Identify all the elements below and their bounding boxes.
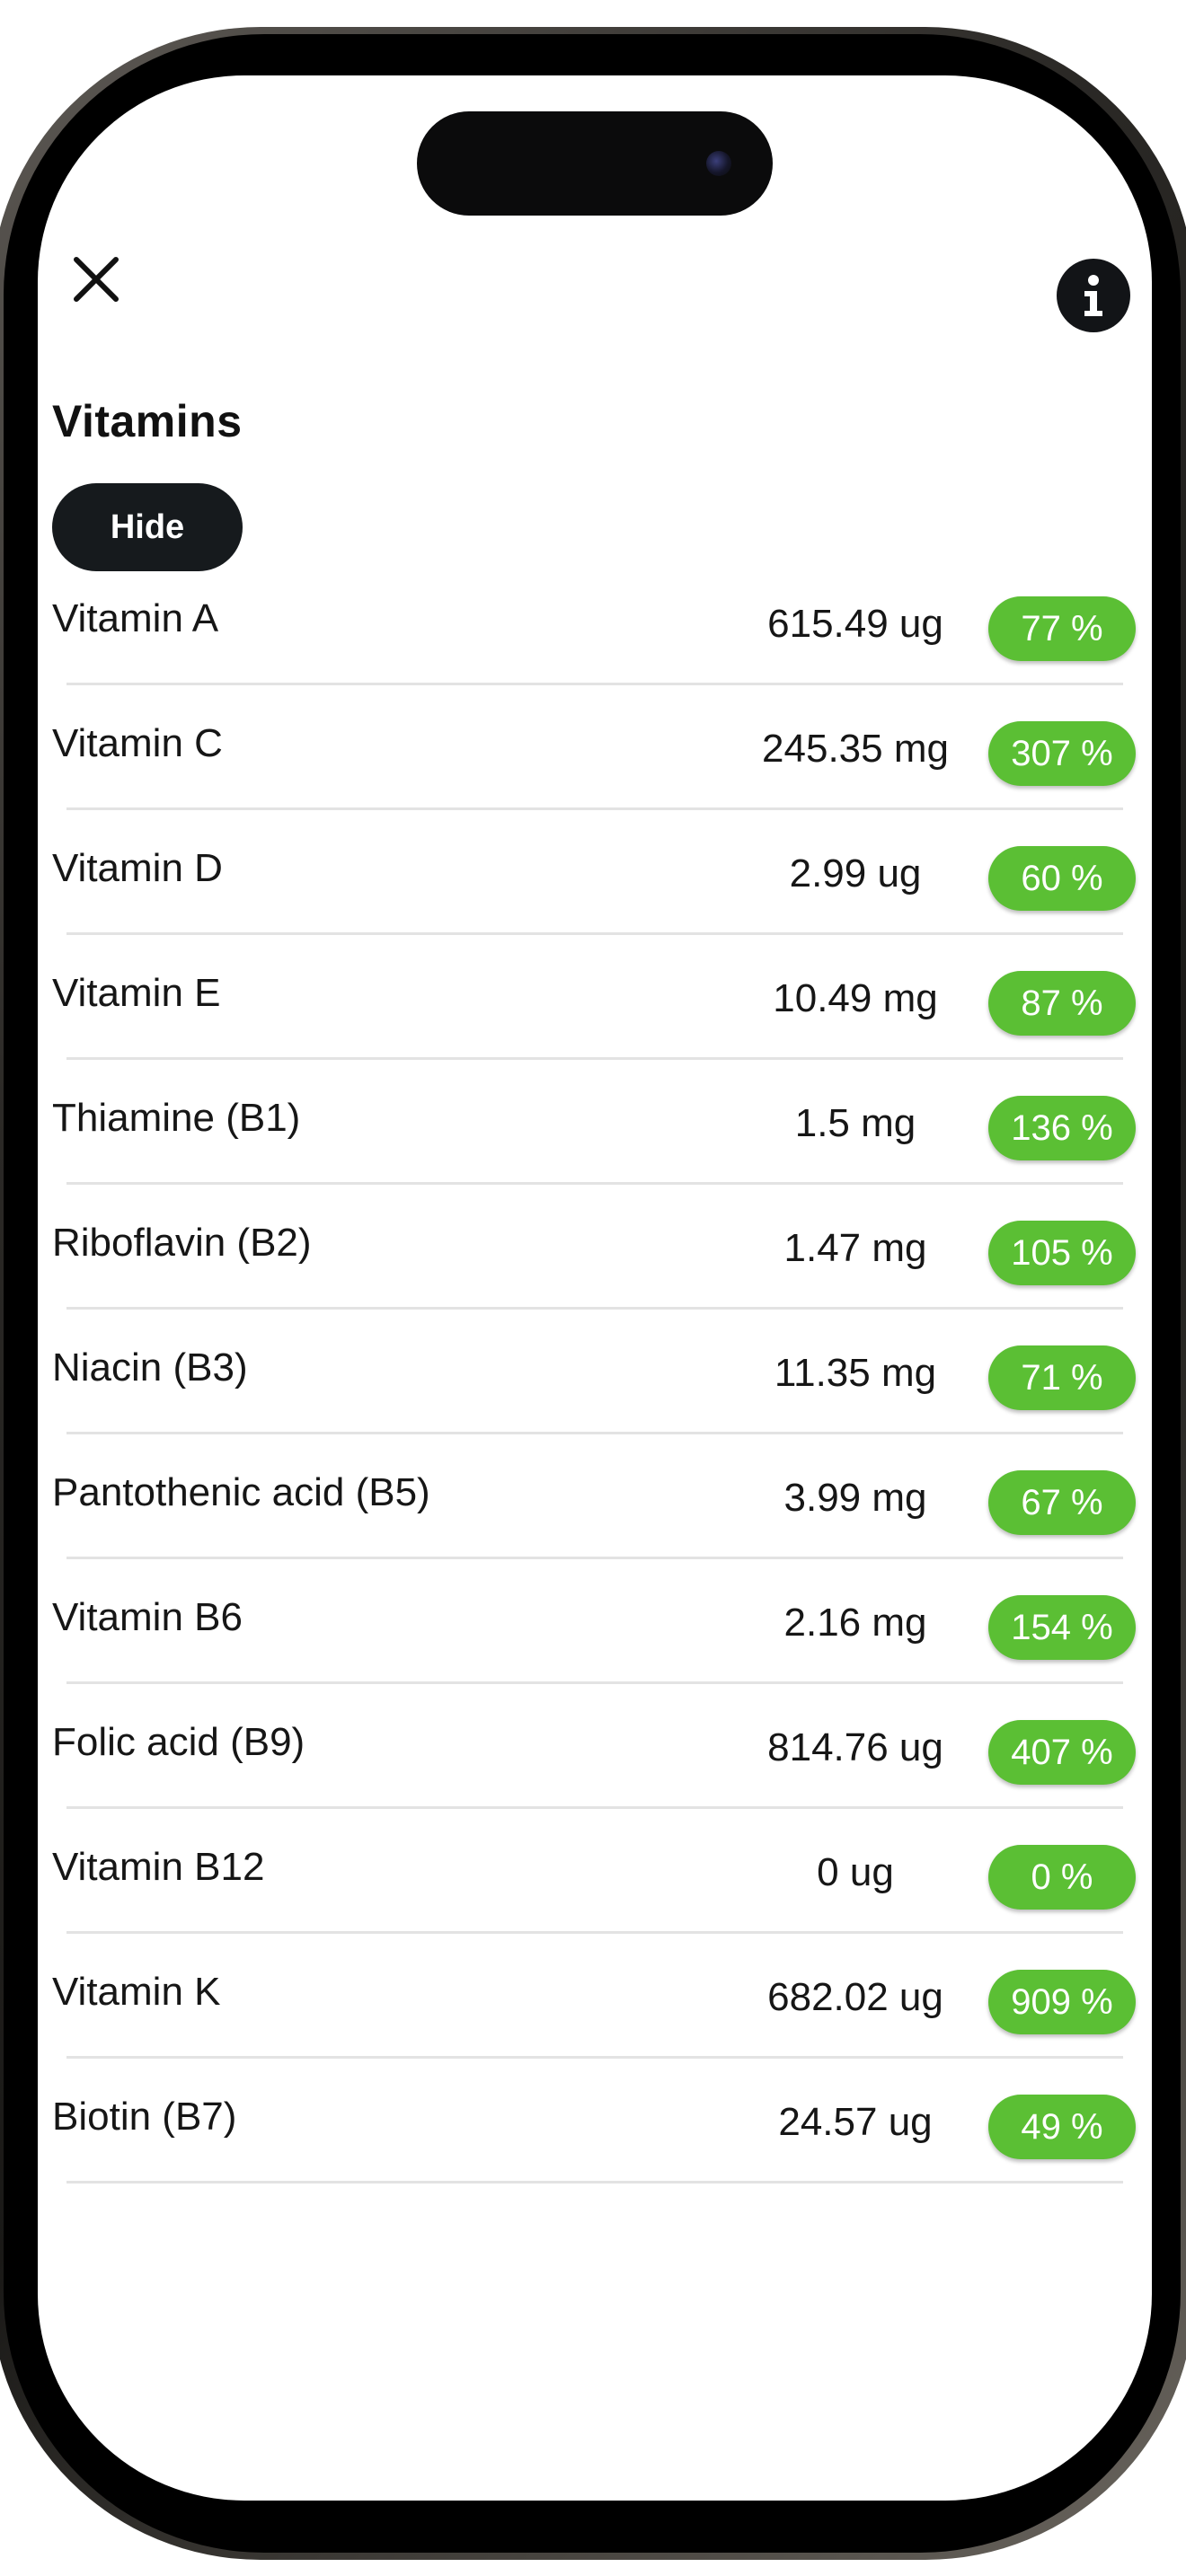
vitamin-name: Biotin (B7) <box>52 2095 237 2139</box>
row-divider <box>66 1182 1123 1185</box>
list-item: Riboflavin (B2) 1.47 mg 105 % <box>38 1221 1152 1345</box>
percent-badge: 909 % <box>988 1970 1136 2034</box>
list-item: Vitamin B6 2.16 mg 154 % <box>38 1595 1152 1720</box>
percent-badge: 105 % <box>988 1221 1136 1285</box>
row-divider <box>66 2181 1123 2183</box>
row-divider <box>66 1057 1123 1060</box>
percent-badge: 87 % <box>988 971 1136 1036</box>
list-item: Folic acid (B9) 814.76 ug 407 % <box>38 1720 1152 1845</box>
vitamin-amount: 245.35 mg <box>762 727 949 771</box>
row-divider <box>66 1432 1123 1434</box>
row-divider <box>66 683 1123 685</box>
percent-badge: 307 % <box>988 721 1136 786</box>
vitamin-amount: 814.76 ug <box>767 1725 943 1769</box>
list-item: Biotin (B7) 24.57 ug 49 % <box>38 2095 1152 2219</box>
vitamin-name: Riboflavin (B2) <box>52 1221 312 1265</box>
vitamin-amount: 1.5 mg <box>794 1101 916 1145</box>
vitamin-amount: 0 ug <box>817 1850 894 1894</box>
row-divider <box>66 932 1123 935</box>
vitamin-amount: 3.99 mg <box>783 1476 927 1520</box>
screen: Vitamins Hide Vitamin A 615.49 ug 77 % Vita… <box>38 75 1152 2501</box>
vitamin-amount: 24.57 ug <box>778 2100 933 2144</box>
vitamin-name: Vitamin A <box>52 596 219 640</box>
list-item: Pantothenic acid (B5) 3.99 mg 67 % <box>38 1470 1152 1595</box>
dynamic-island <box>417 111 773 216</box>
vitamin-name: Vitamin D <box>52 846 223 890</box>
device: Vitamins Hide Vitamin A 615.49 ug 77 % Vita… <box>0 0 1186 2576</box>
vitamin-amount: 2.16 mg <box>783 1601 927 1645</box>
vitamin-name: Vitamin C <box>52 721 223 765</box>
vitamin-name: Vitamin B6 <box>52 1595 243 1639</box>
row-divider <box>66 1557 1123 1559</box>
row-divider <box>66 807 1123 810</box>
list-item: Vitamin K 682.02 ug 909 % <box>38 1970 1152 2095</box>
list-item: Vitamin A 615.49 ug 77 % <box>38 596 1152 721</box>
hide-button[interactable]: Hide <box>52 483 243 571</box>
row-divider <box>66 2056 1123 2059</box>
percent-badge: 154 % <box>988 1595 1136 1660</box>
row-divider <box>66 1681 1123 1684</box>
percent-badge: 71 % <box>988 1345 1136 1410</box>
vitamin-name: Niacin (B3) <box>52 1345 248 1389</box>
list-item: Vitamin D 2.99 ug 60 % <box>38 846 1152 971</box>
vitamin-name: Folic acid (B9) <box>52 1720 305 1764</box>
vitamin-amount: 11.35 mg <box>774 1351 937 1395</box>
close-button[interactable] <box>65 248 128 311</box>
info-button[interactable] <box>1057 259 1130 332</box>
vitamin-name: Thiamine (B1) <box>52 1096 301 1140</box>
list-item: Vitamin C 245.35 mg 307 % <box>38 721 1152 846</box>
list-item: Vitamin B12 0 ug 0 % <box>38 1845 1152 1970</box>
vitamin-amount: 682.02 ug <box>767 1975 943 2019</box>
vitamin-name: Vitamin B12 <box>52 1845 265 1889</box>
info-icon <box>1084 275 1102 316</box>
percent-badge: 77 % <box>988 596 1136 661</box>
list-item: Vitamin E 10.49 mg 87 % <box>38 971 1152 1096</box>
list-item: Thiamine (B1) 1.5 mg 136 % <box>38 1096 1152 1221</box>
row-divider <box>66 1931 1123 1934</box>
camera-icon <box>706 151 731 176</box>
vitamin-amount: 615.49 ug <box>767 602 943 646</box>
vitamin-name: Vitamin K <box>52 1970 221 2014</box>
percent-badge: 0 % <box>988 1845 1136 1910</box>
vitamin-amount: 2.99 ug <box>789 851 922 895</box>
vitamin-amount: 10.49 mg <box>773 976 938 1020</box>
percent-badge: 67 % <box>988 1470 1136 1535</box>
percent-badge: 136 % <box>988 1096 1136 1160</box>
vitamin-name: Vitamin E <box>52 971 221 1015</box>
row-divider <box>66 1806 1123 1809</box>
vitamin-amount: 1.47 mg <box>783 1226 927 1270</box>
percent-badge: 60 % <box>988 846 1136 911</box>
section-title: Vitamins <box>52 396 243 446</box>
row-divider <box>66 1307 1123 1310</box>
close-icon <box>74 257 119 302</box>
percent-badge: 407 % <box>988 1720 1136 1785</box>
vitamin-name: Pantothenic acid (B5) <box>52 1470 430 1514</box>
list-item: Niacin (B3) 11.35 mg 71 % <box>38 1345 1152 1470</box>
percent-badge: 49 % <box>988 2095 1136 2159</box>
